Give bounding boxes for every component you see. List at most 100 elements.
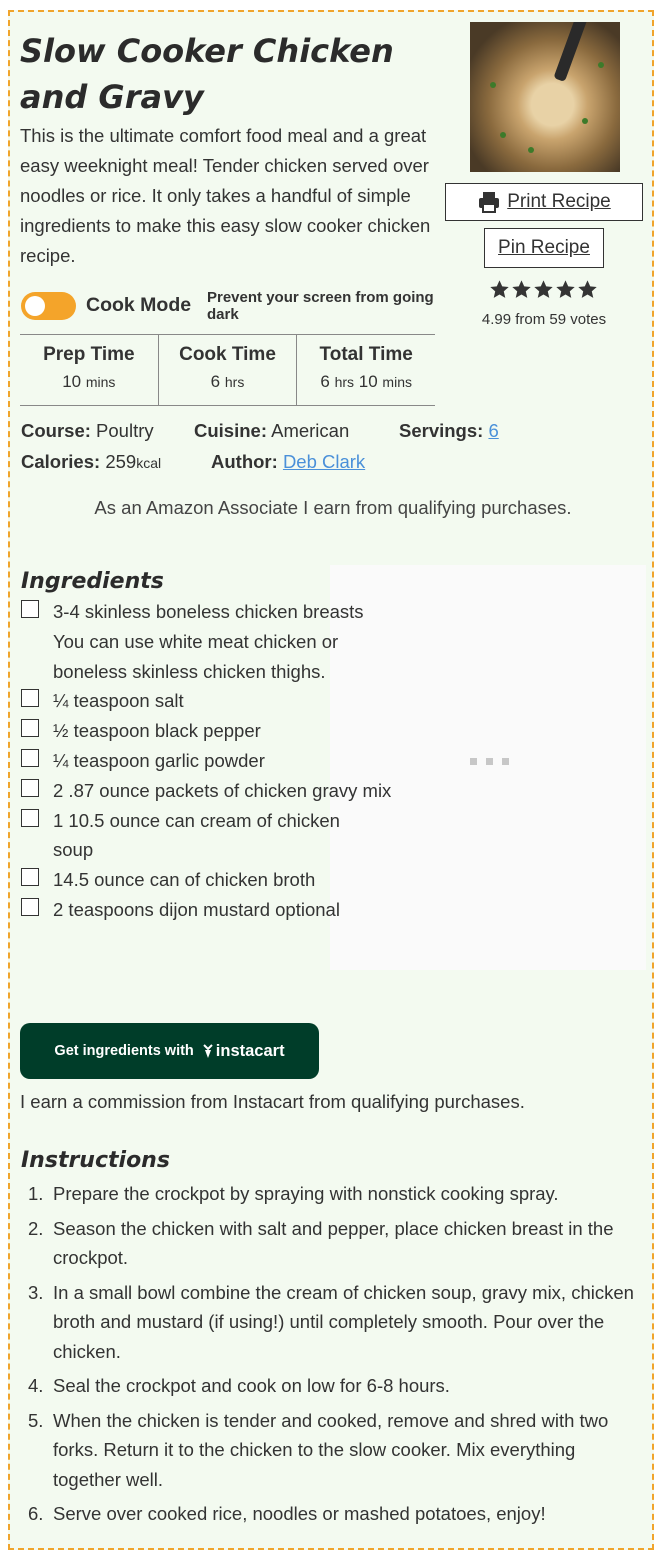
instruction-text: Serve over cooked rice, noodles or mashe… [53,1503,546,1524]
ingredients-list: 3-4 skinless boneless chicken breasts Yo… [20,597,400,925]
time-cell: Total Time 6 hrs 10 mins [296,335,435,405]
time-unit: mins [382,374,412,390]
time-unit: hrs [334,374,355,390]
ingredient-text: ¼ teaspoon salt [53,690,184,712]
course-meta: Course: Poultry [21,420,154,442]
ingredients-heading: Ingredients [21,569,164,594]
ingredient-checkbox[interactable] [21,897,39,916]
herb-garnish [528,147,534,153]
ingredient-item: 3-4 skinless boneless chicken breasts Yo… [20,597,393,686]
ingredient-checkbox[interactable] [21,778,39,797]
print-recipe-button[interactable]: Print Recipe [445,183,643,221]
time-label: Prep Time [43,344,135,365]
ingredient-item: ¼ teaspoon salt [20,686,433,716]
ad-loading-dots [470,758,509,765]
cook-mode-toggle[interactable] [21,292,76,320]
time-cell: Cook Time 6 hrs [157,335,297,405]
author-link[interactable]: Deb Clark [283,451,365,472]
time-unit: mins [85,374,116,390]
rating-stars[interactable] [489,279,598,300]
cook-mode-description: Prevent your screen from going dark [207,289,434,323]
rating-votes: 4.99 from 59 votes [481,311,607,328]
star-icon[interactable] [489,279,510,300]
instructions-list: 1. Prepare the crockpot by spraying with … [20,1179,640,1534]
instacart-commission: I earn a commission from Instacart from … [20,1091,525,1112]
recipe-photo [470,22,620,172]
ingredient-checkbox[interactable] [21,719,39,738]
star-icon[interactable] [533,279,554,300]
step-number: 5. [28,1409,44,1431]
recipe-summary: This is the ultimate comfort food meal a… [20,125,431,266]
herb-garnish [598,62,604,68]
star-icon[interactable] [555,279,576,300]
instruction-text: Prepare the crockpot by spraying with no… [53,1183,559,1204]
instruction-step: 3. In a small bowl combine the cream of c… [20,1278,640,1367]
spoon-shape [553,22,589,82]
time-cell: Prep Time 10 mins [20,335,158,405]
pin-recipe-button[interactable]: Pin Recipe [484,228,604,268]
ingredient-text: ¼ teaspoon garlic powder [53,749,265,771]
star-icon[interactable] [577,279,598,300]
course-value: Poultry [96,420,154,441]
instruction-step: 1. Prepare the crockpot by spraying with … [20,1179,640,1209]
recipe-title: Slow Cooker Chicken and Gravy [20,32,394,116]
time-unit: hrs [224,374,245,390]
ingredient-text: 2 .87 ounce packets of chicken gravy mix [53,779,392,801]
instruction-text: When the chicken is tender and cooked, r… [53,1409,609,1490]
servings-label: Servings: [399,420,484,441]
toggle-knob [25,296,45,316]
author-label: Author: [211,451,278,472]
herb-garnish [500,132,506,138]
pin-recipe-label: Pin Recipe [498,237,590,258]
cook-mode-label: Cook Mode [86,294,192,316]
instacart-text: Get ingredients with [54,1043,194,1059]
recipe-times: Prep Time 10 mins Cook Time 6 hrs Total Time… [20,334,435,406]
star-icon[interactable] [511,279,532,300]
instructions-heading: Instructions [21,1148,170,1173]
time-number: 10 [62,372,82,391]
instruction-step: 4. Seal the crockpot and cook on low for … [20,1371,640,1401]
time-value: 6 hrs 10 mins [297,372,435,392]
ingredient-checkbox[interactable] [21,689,39,708]
calories-meta: Calories: 259kcal [21,451,161,473]
instacart-button[interactable]: Get ingredients with instacart [20,1023,319,1079]
time-number: 6 [320,372,330,391]
ingredient-item: ½ teaspoon black pepper [20,716,433,746]
servings-meta: Servings: 6 [399,420,499,442]
time-label: Cook Time [179,344,276,365]
instacart-brand: instacart [202,1042,285,1061]
cuisine-value: American [271,420,350,441]
ingredient-text: ½ teaspoon black pepper [53,720,261,742]
calories-unit: kcal [136,455,162,471]
ingredient-checkbox[interactable] [21,808,39,827]
herb-garnish [582,118,588,124]
course-label: Course: [21,420,91,441]
ingredient-item: ¼ teaspoon garlic powder [20,746,433,776]
step-number: 3. [28,1281,44,1303]
step-number: 6. [28,1503,44,1524]
time-number: 10 [358,372,378,391]
time-value: 10 mins [20,372,158,392]
herb-garnish [490,82,496,88]
print-recipe-label: Print Recipe [507,191,611,212]
ingredient-text: 3-4 skinless boneless chicken breasts Yo… [53,601,364,682]
ingredient-checkbox[interactable] [21,868,39,887]
instacart-brand-label: instacart [215,1041,285,1060]
instruction-text: Seal the crockpot and cook on low for 6-… [53,1375,450,1396]
servings-value[interactable]: 6 [488,420,498,441]
instruction-step: 5. When the chicken is tender and cooked,… [20,1406,640,1495]
cuisine-meta: Cuisine: American [194,420,349,442]
step-number: 4. [28,1375,44,1396]
author-meta: Author: Deb Clark [211,451,365,473]
instruction-step: 2. Season the chicken with salt and peppe… [20,1214,640,1273]
instacart-carrot-icon [203,1044,213,1058]
time-value: 6 hrs [159,372,297,392]
ingredient-text: 2 teaspoons dijon mustard optional [53,898,340,920]
step-number: 2. [28,1217,44,1239]
ingredient-item: 2 .87 ounce packets of chicken gravy mix [20,776,393,806]
cuisine-label: Cuisine: [194,420,267,441]
ingredient-checkbox[interactable] [21,600,39,618]
ingredient-checkbox[interactable] [21,748,39,767]
ingredient-text: 14.5 ounce can of chicken broth [53,869,316,891]
amazon-disclaimer: As an Amazon Associate I earn from quali… [94,497,572,518]
